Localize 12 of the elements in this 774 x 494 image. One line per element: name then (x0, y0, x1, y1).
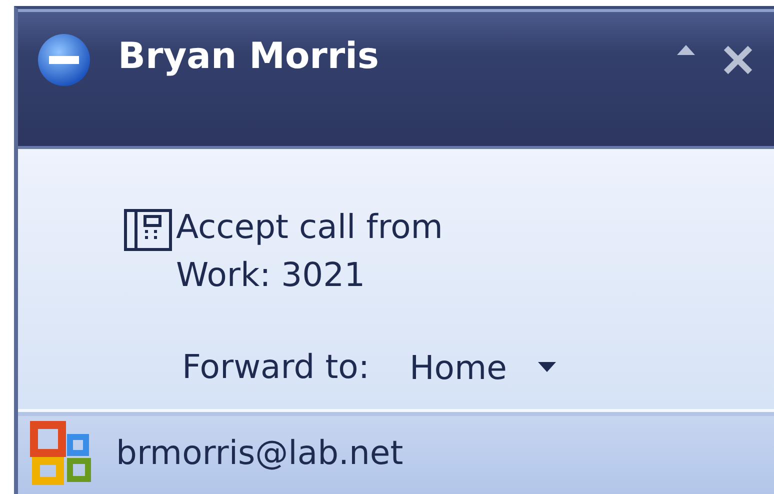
presence-icon (36, 32, 92, 88)
forward-label: Forward to: (182, 346, 370, 388)
call-message: Accept call from (176, 206, 443, 248)
account-email: brmorris@lab.net (116, 432, 404, 474)
forward-dropdown[interactable]: Home (409, 348, 557, 386)
call-message: Work: 3021 (176, 254, 366, 296)
caret-icon (536, 361, 557, 373)
collapse-button[interactable] (676, 44, 696, 56)
phone-icon (124, 209, 172, 251)
window-title: Bryan Morris (118, 35, 380, 79)
close-button[interactable] (722, 44, 754, 76)
app-logo-icon (30, 420, 94, 486)
